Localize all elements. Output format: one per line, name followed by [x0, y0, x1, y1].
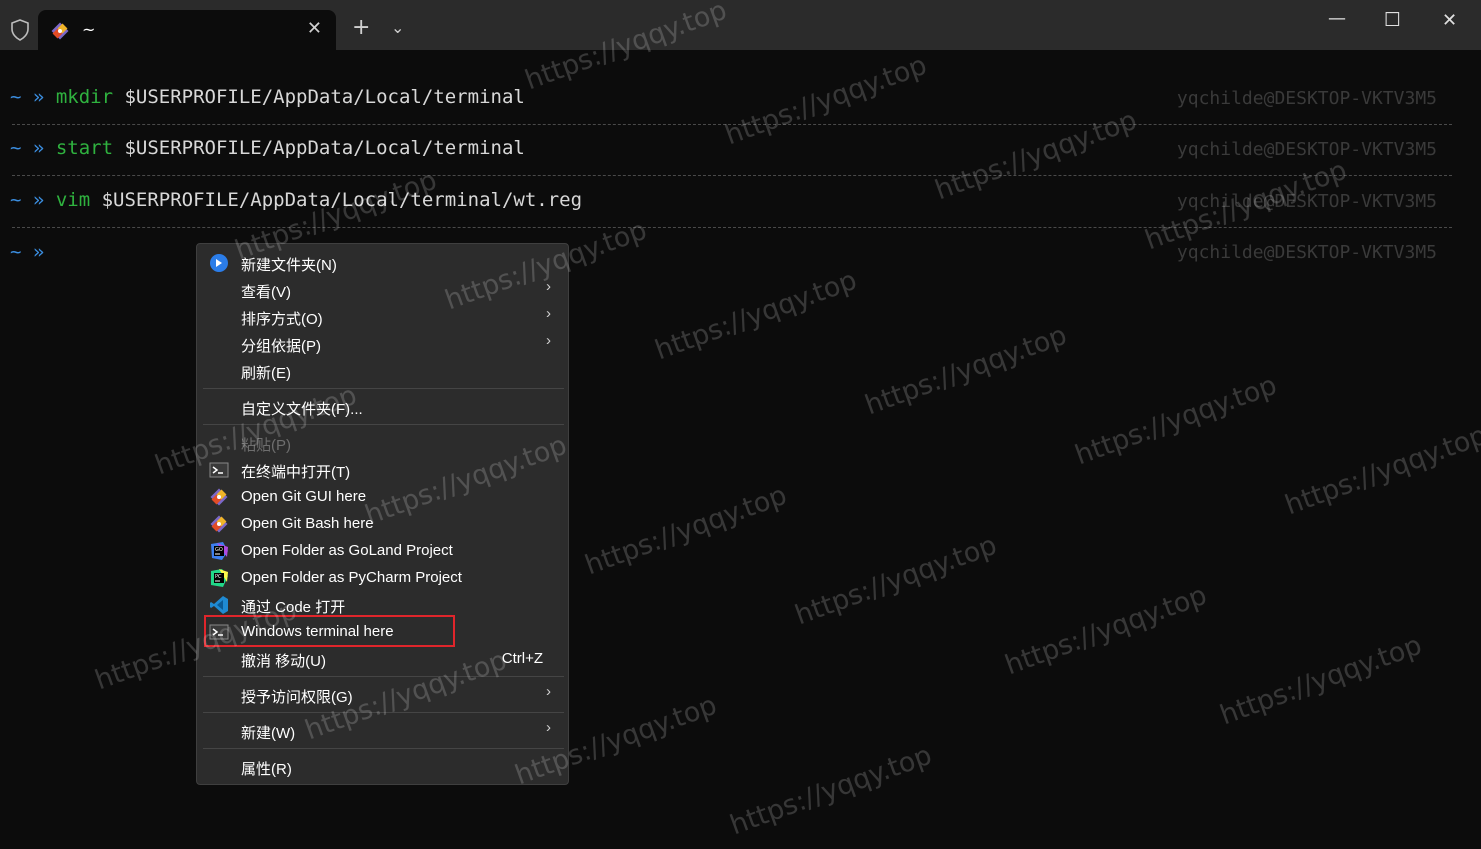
menu-item-git-gui[interactable]: Open Git GUI here — [201, 483, 565, 510]
menu-separator — [203, 712, 564, 713]
menu-item-label: 粘贴(P) — [241, 437, 291, 454]
host-label: yqchilde@DESKTOP-VKTV3M5 — [1176, 242, 1437, 263]
terminal-line: ~ » start $USERPROFILE/AppData/Local/ter… — [10, 137, 525, 163]
chevron-right-icon: › — [546, 683, 551, 700]
menu-item-new[interactable]: 新建(W) › — [201, 717, 565, 744]
shield-icon[interactable] — [10, 19, 30, 41]
title-bar: ~ ✕ + ⌄ — ☐ ✕ — [0, 0, 1481, 50]
menu-item-pycharm[interactable]: PC Open Folder as PyCharm Project — [201, 564, 565, 591]
svg-text:PC: PC — [215, 574, 222, 580]
menu-item-git-bash[interactable]: Open Git Bash here — [201, 510, 565, 537]
shortcut-label: Ctrl+Z — [501, 650, 543, 667]
menu-item-label: 在终端中打开(T) — [241, 464, 351, 481]
menu-item-label: 新建(W) — [241, 725, 296, 742]
prompt-chevron: » — [32, 241, 45, 263]
menu-item-refresh[interactable]: 刷新(E) — [201, 357, 565, 384]
pycharm-icon: PC — [211, 569, 228, 587]
menu-item-label: 撤消 移动(U) — [241, 653, 326, 670]
terminal-line: ~ » vim $USERPROFILE/AppData/Local/termi… — [10, 189, 582, 215]
menu-item-goland[interactable]: GO Open Folder as GoLand Project — [201, 537, 565, 564]
host-label: yqchilde@DESKTOP-VKTV3M5 — [1176, 88, 1437, 109]
menu-item-label: Open Git GUI here — [241, 488, 367, 505]
chevron-right-icon: › — [546, 719, 551, 736]
menu-item-properties[interactable]: 属性(R) — [201, 753, 565, 780]
svg-text:GO: GO — [215, 547, 223, 553]
prompt-chevron: » — [32, 189, 45, 211]
tab-dropdown-icon[interactable]: ⌄ — [391, 18, 404, 37]
highlight-box — [204, 615, 455, 647]
goland-icon: GO — [211, 542, 228, 560]
command-args: $USERPROFILE/AppData/Local/terminal — [113, 86, 525, 108]
menu-item-undo[interactable]: 撤消 移动(U) Ctrl+Z — [201, 645, 565, 672]
close-button[interactable]: ✕ — [1442, 10, 1457, 31]
menu-item-label: 刷新(E) — [241, 365, 291, 382]
menu-item-label: 查看(V) — [241, 284, 291, 301]
prompt-tilde: ~ — [10, 241, 22, 263]
command-args: $USERPROFILE/AppData/Local/terminal/wt.r… — [90, 189, 583, 211]
prompt-chevron: » — [32, 137, 45, 159]
context-menu: 新建文件夹(N) 查看(V) › 排序方式(O) › 分组依据(P) › 刷新(… — [196, 243, 569, 785]
menu-item-label: Open Folder as GoLand Project — [241, 542, 453, 559]
vscode-icon — [210, 596, 228, 614]
prompt-tilde: ~ — [10, 86, 22, 108]
host-label: yqchilde@DESKTOP-VKTV3M5 — [1176, 191, 1437, 212]
new-folder-icon — [210, 254, 228, 272]
menu-item-sort[interactable]: 排序方式(O) › — [201, 303, 565, 330]
tab-close-icon[interactable]: ✕ — [307, 18, 322, 39]
menu-item-label: 通过 Code 打开 — [241, 599, 346, 616]
menu-item-group[interactable]: 分组依据(P) › — [201, 330, 565, 357]
menu-item-paste: 粘贴(P) — [201, 429, 565, 456]
tab-home[interactable]: ~ ✕ — [38, 10, 336, 50]
host-label: yqchilde@DESKTOP-VKTV3M5 — [1176, 139, 1437, 160]
git-icon — [210, 488, 228, 506]
menu-item-label: 授予访问权限(G) — [241, 689, 353, 706]
command: vim — [55, 189, 91, 211]
menu-item-view[interactable]: 查看(V) › — [201, 276, 565, 303]
menu-item-label: 排序方式(O) — [241, 311, 323, 328]
terminal-line: ~ » mkdir $USERPROFILE/AppData/Local/ter… — [10, 86, 525, 112]
menu-item-label: 属性(R) — [241, 761, 292, 778]
tab-title: ~ — [82, 20, 96, 39]
chevron-right-icon: › — [546, 278, 551, 295]
separator — [12, 124, 1452, 125]
new-tab-button[interactable]: + — [352, 16, 370, 40]
command: mkdir — [55, 86, 114, 108]
menu-item-label: Open Folder as PyCharm Project — [241, 569, 462, 586]
menu-separator — [203, 424, 564, 425]
menu-separator — [203, 676, 564, 677]
menu-item-open-in-terminal[interactable]: 在终端中打开(T) — [201, 456, 565, 483]
chevron-right-icon: › — [546, 332, 551, 349]
separator — [12, 175, 1452, 176]
git-icon — [51, 22, 69, 40]
menu-item-label: 自定义文件夹(F)... — [241, 401, 363, 418]
separator — [12, 227, 1452, 228]
menu-separator — [203, 388, 564, 389]
git-icon — [210, 515, 228, 533]
menu-item-grant-access[interactable]: 授予访问权限(G) › — [201, 681, 565, 708]
maximize-button[interactable]: ☐ — [1384, 9, 1401, 31]
menu-item-label: 分组依据(P) — [241, 338, 321, 355]
menu-separator — [203, 748, 564, 749]
command-args: $USERPROFILE/AppData/Local/terminal — [113, 137, 525, 159]
terminal-icon — [209, 462, 229, 478]
menu-item-label: Open Git Bash here — [241, 515, 374, 532]
menu-item-vscode[interactable]: 通过 Code 打开 — [201, 591, 565, 618]
command: start — [55, 137, 114, 159]
chevron-right-icon: › — [546, 305, 551, 322]
menu-item-customize[interactable]: 自定义文件夹(F)... — [201, 393, 565, 420]
prompt-chevron: » — [32, 86, 45, 108]
menu-item-label: 新建文件夹(N) — [241, 257, 337, 274]
prompt-tilde: ~ — [10, 189, 22, 211]
menu-item-new-folder[interactable]: 新建文件夹(N) — [201, 249, 565, 276]
terminal-line: ~ » — [10, 241, 44, 267]
minimize-button[interactable]: — — [1328, 8, 1346, 29]
prompt-tilde: ~ — [10, 137, 22, 159]
